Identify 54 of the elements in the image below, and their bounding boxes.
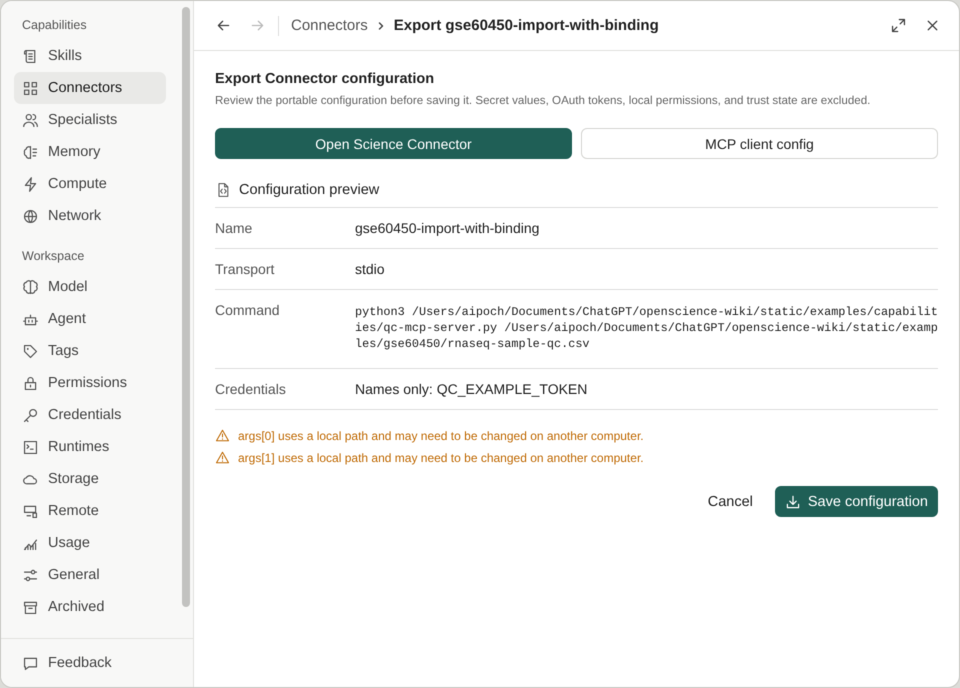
sidebar-item[interactable]: Skills (14, 40, 166, 72)
section-label: Workspace (21, 248, 86, 265)
warning-text: args[0] uses a local path and may need to be changed on another computer. (238, 428, 644, 442)
sidebar-item[interactable]: Connectors (14, 72, 166, 104)
key-icon (22, 406, 39, 424)
expand-icon (890, 17, 906, 34)
sidebar-item[interactable]: Archived (14, 591, 166, 623)
sidebar-item[interactable]: Credentials (14, 399, 166, 431)
terminal-icon (22, 438, 39, 456)
breadcrumb-link[interactable]: Connectors (291, 17, 368, 34)
scrollbar[interactable] (182, 7, 190, 607)
sidebar-item[interactable]: Compute (14, 168, 166, 200)
sidebar-item[interactable]: Usage (14, 527, 166, 559)
cancel-button[interactable]: Cancel (700, 488, 761, 516)
lock-icon (22, 374, 39, 392)
tab[interactable]: MCP client config (581, 128, 938, 159)
command-text: python3 /Users/aipoch/Documents/ChatGPT/openscience-wiki/static/examples/capabilities/qc-mcp-server.py /Users/aipoch/Documents/ChatGPT/openscience-wiki/static/examples/gse60450/rnaseq-sample-qc.csv (355, 304, 938, 353)
sidebar-item[interactable]: Remote (14, 495, 166, 527)
field-label: Command (215, 302, 281, 320)
warning-icon (215, 428, 230, 443)
warning-text: args[1] uses a local path and may need to be changed on another computer. (238, 450, 644, 464)
sidebar-item[interactable]: Memory (14, 136, 166, 168)
section-label: Capabilities (21, 17, 88, 34)
globe-icon (22, 208, 39, 224)
lightning-icon (22, 176, 39, 192)
brain-icon (22, 278, 39, 296)
sidebar-item[interactable]: Specialists (14, 104, 166, 136)
tag-icon (22, 342, 39, 360)
field-label: Transport (215, 261, 276, 277)
field-value: gse60450-import-with-binding (355, 220, 540, 236)
tab[interactable]: Open Science Connector (215, 128, 572, 159)
sidebar-item[interactable]: Storage (14, 463, 166, 495)
warning-icon (215, 450, 230, 465)
sidebar-item[interactable]: Permissions (14, 367, 166, 399)
dialog-description: Review the portable configuration before saving it. Secret values, OAuth tokens, local permissions, and trust state are excluded. (215, 94, 872, 107)
field-label: Name (215, 220, 254, 236)
grid-icon (22, 80, 39, 96)
field-value: stdio (355, 261, 386, 277)
dialog-title: Export Connector configuration (215, 71, 436, 87)
brain-icon (22, 144, 39, 160)
page-title: Export gse60450-import-with-binding (394, 17, 659, 34)
sidebar-item[interactable]: Model (14, 271, 166, 303)
save-button[interactable]: Save configuration (774, 486, 938, 517)
people-icon (22, 112, 39, 128)
download-icon (784, 494, 801, 510)
sidebar-item[interactable]: Tags (14, 335, 166, 367)
feedback-button[interactable]: Feedback (14, 647, 166, 679)
field-value: Names only: QC_EXAMPLE_TOKEN (355, 381, 588, 397)
field-label: Credentials (215, 381, 287, 397)
sidebar-item[interactable]: Agent (14, 303, 166, 335)
sidebar-item[interactable]: General (14, 559, 166, 591)
section-title: Configuration preview (239, 182, 380, 198)
sidebar-item[interactable]: Runtimes (14, 431, 166, 463)
sidebar-item[interactable]: Network (14, 200, 166, 232)
